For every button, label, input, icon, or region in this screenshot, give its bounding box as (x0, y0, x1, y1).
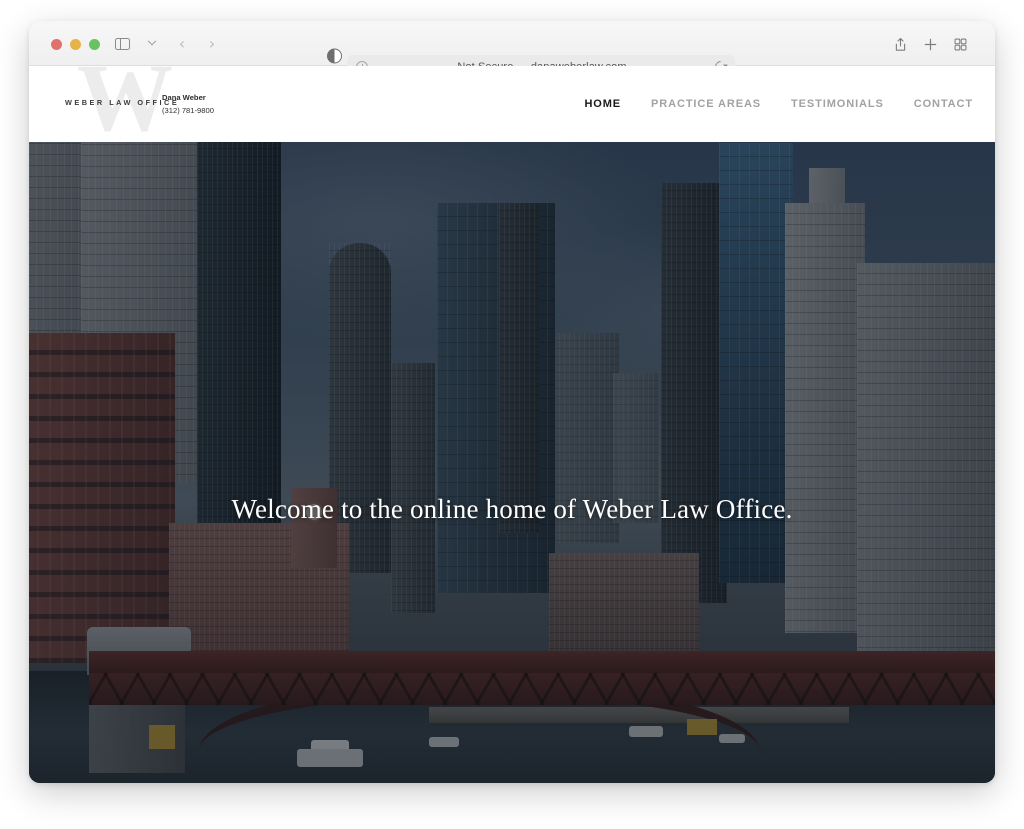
window-controls (51, 39, 100, 50)
nav-item-testimonials[interactable]: TESTIMONIALS (791, 98, 884, 110)
web-page: W WEBER LAW OFFICE Dana Weber (312) 781-… (29, 66, 995, 783)
share-button[interactable] (887, 34, 913, 54)
share-icon (895, 37, 905, 51)
nav-item-contact[interactable]: CONTACT (914, 98, 973, 110)
forward-button[interactable]: › (199, 34, 225, 54)
sidebar-icon (114, 37, 130, 51)
browser-toolbar: ‹ › Not Secure — danaweberlaw.com (29, 21, 995, 78)
nav-item-practice-areas[interactable]: PRACTICE AREAS (651, 98, 761, 110)
new-tab-button[interactable] (917, 34, 943, 54)
reader-appearance-icon[interactable] (327, 48, 342, 64)
site-header: W WEBER LAW OFFICE Dana Weber (312) 781-… (29, 66, 995, 146)
attorney-name: Dana Weber (162, 93, 206, 102)
main-navigation: HOME PRACTICE AREAS TESTIMONIALS CONTACT (584, 98, 973, 110)
chevron-down-icon (147, 36, 157, 46)
grid-icon (954, 38, 966, 50)
toolbar-left-controls: ‹ › (109, 34, 225, 54)
sidebar-toggle-button[interactable] (109, 34, 135, 54)
maximize-window-button[interactable] (89, 39, 100, 50)
hero-headline: Welcome to the online home of Weber Law … (231, 494, 793, 524)
brand-contact: Dana Weber (312) 781-9800 (162, 91, 214, 118)
toolbar-right-controls (887, 34, 973, 54)
hero-section: Welcome to the online home of Weber Law … (29, 142, 995, 783)
browser-window: ‹ › Not Secure — danaweberlaw.com (29, 21, 995, 783)
nav-item-home[interactable]: HOME (584, 98, 621, 110)
tab-overview-button[interactable] (947, 34, 973, 54)
plus-icon (924, 38, 936, 50)
chevron-right-icon: › (208, 34, 216, 53)
tab-group-button[interactable] (139, 34, 165, 54)
hero-dark-overlay (29, 142, 995, 783)
phone-number[interactable]: (312) 781-9800 (162, 104, 214, 117)
minimize-window-button[interactable] (70, 39, 81, 50)
chevron-left-icon: ‹ (178, 34, 186, 53)
back-button[interactable]: ‹ (169, 34, 195, 54)
brand-logo[interactable]: W WEBER LAW OFFICE Dana Weber (312) 781-… (51, 66, 261, 146)
close-window-button[interactable] (51, 39, 62, 50)
